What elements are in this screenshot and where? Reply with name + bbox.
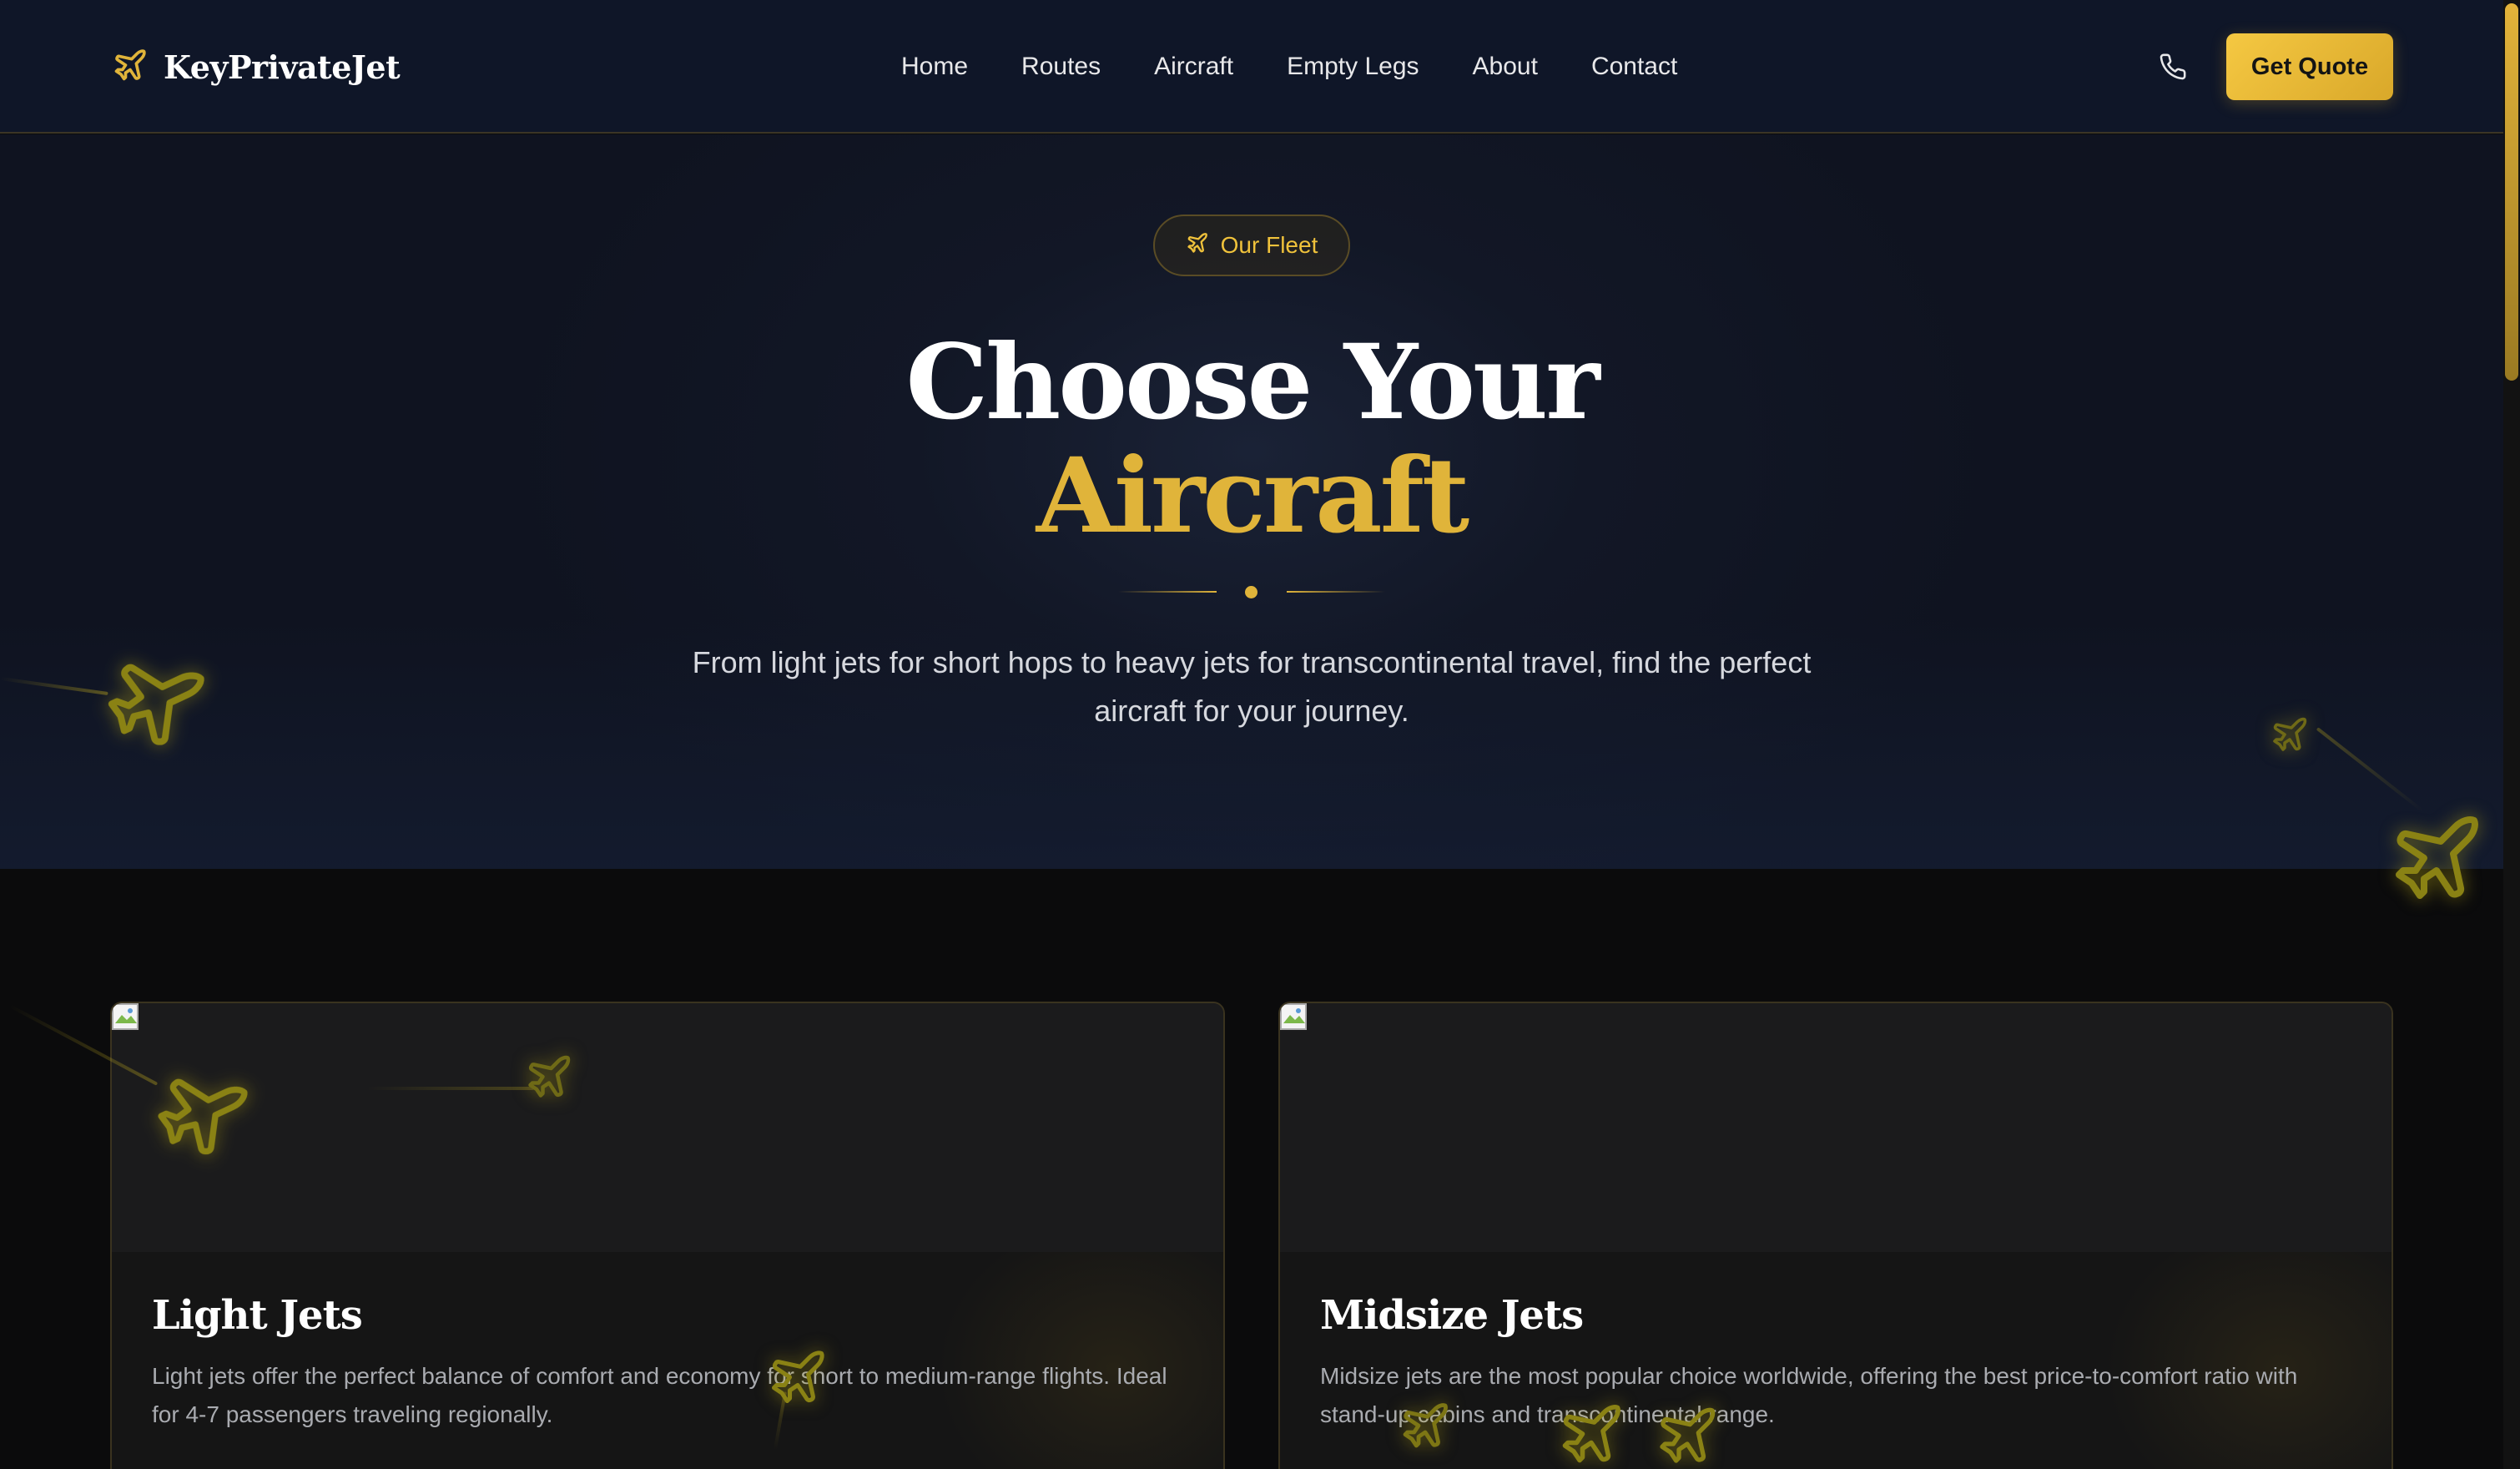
top-navbar: KeyPrivateJet Home Routes Aircraft Empty… xyxy=(0,0,2503,134)
get-quote-button[interactable]: Get Quote xyxy=(2226,33,2393,100)
card-description: Light jets offer the perfect balance of … xyxy=(152,1363,1167,1427)
card-image xyxy=(1280,1003,2391,1252)
hero-title-line1: Choose Your xyxy=(905,322,1600,443)
card-image xyxy=(112,1003,1223,1252)
nav-link-empty-legs[interactable]: Empty Legs xyxy=(1260,47,1445,87)
nav-link-aircraft[interactable]: Aircraft xyxy=(1127,47,1260,87)
card-description: Midsize jets are the most popular choice… xyxy=(1320,1363,2298,1427)
airplane-icon xyxy=(528,1055,571,1098)
aircraft-card-light-jets[interactable]: Light Jets Light jets offer the perfect … xyxy=(110,1002,1225,1469)
hero-subtitle: From light jets for short hops to heavy … xyxy=(692,645,1812,728)
hero-section: Our Fleet Choose Your Aircraft From ligh… xyxy=(0,134,2503,869)
nav-link-about[interactable]: About xyxy=(1446,47,1565,87)
plane-trail xyxy=(367,1087,534,1090)
phone-icon[interactable] xyxy=(2153,47,2193,87)
airplane-icon xyxy=(2396,816,2478,899)
card-title: Midsize Jets xyxy=(1320,1292,1584,1339)
airplane-icon xyxy=(1403,1403,1448,1448)
nav-link-contact[interactable]: Contact xyxy=(1565,47,1704,87)
scrollbar-thumb[interactable] xyxy=(2505,3,2518,381)
page: KeyPrivateJet Home Routes Aircraft Empty… xyxy=(0,0,2520,1469)
airplane-icon xyxy=(1562,1405,1620,1463)
airplane-icon xyxy=(771,1350,824,1404)
brand-logo[interactable]: KeyPrivateJet xyxy=(112,43,401,90)
fleet-badge: Our Fleet xyxy=(1153,215,1350,276)
airplane-icon xyxy=(2273,717,2307,751)
plane-icon xyxy=(112,47,149,88)
brand-name: KeyPrivateJet xyxy=(164,48,401,86)
plane-icon xyxy=(1186,231,1209,260)
nav-link-home[interactable]: Home xyxy=(874,47,995,87)
badge-label: Our Fleet xyxy=(1220,232,1318,258)
title-divider xyxy=(1118,583,1385,600)
broken-image-icon xyxy=(112,1003,139,1030)
nav-link-routes[interactable]: Routes xyxy=(995,47,1127,87)
main-nav: Home Routes Aircraft Empty Legs About Co… xyxy=(874,47,1704,87)
airplane-icon xyxy=(1660,1407,1716,1463)
card-body: Light Jets Light jets offer the perfect … xyxy=(112,1252,1223,1469)
card-title: Light Jets xyxy=(152,1292,363,1339)
broken-image-icon xyxy=(1280,1003,1307,1030)
hero-title-line2: Aircraft xyxy=(1036,436,1469,557)
